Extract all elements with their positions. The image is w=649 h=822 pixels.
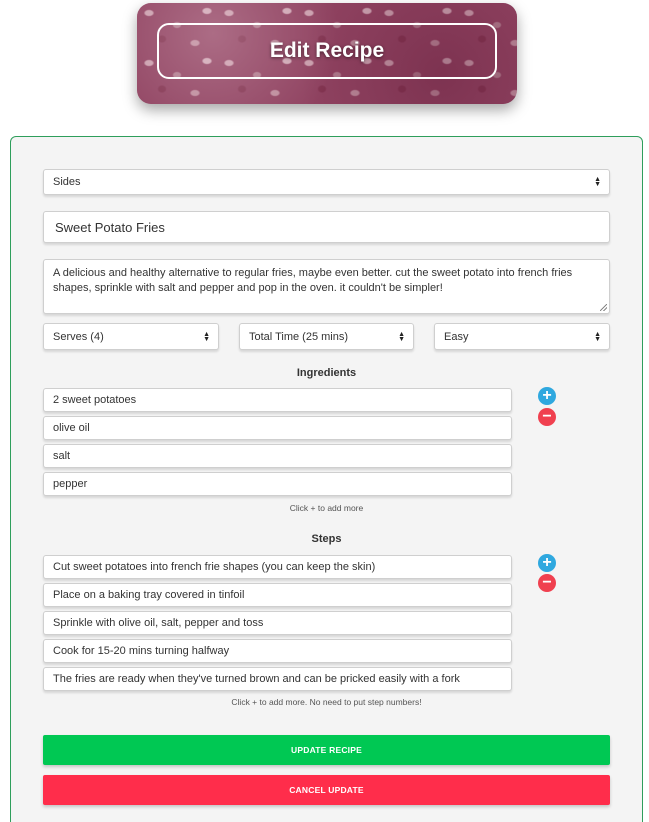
ingredients-hint: Click + to add more	[289, 503, 364, 513]
difficulty-select[interactable]: Easy ▲ ▼	[434, 323, 610, 350]
total-time-select[interactable]: Total Time (25 mins) ▲ ▼	[239, 323, 414, 350]
cancel-update-button[interactable]: CANCEL UPDATE	[43, 775, 610, 805]
update-recipe-button[interactable]: UPDATE RECIPE	[43, 735, 610, 765]
cancel-update-label: CANCEL UPDATE	[289, 785, 364, 795]
remove-ingredient-button[interactable]: −	[538, 408, 556, 426]
select-arrows-icon: ▲ ▼	[594, 176, 601, 188]
update-recipe-label: UPDATE RECIPE	[291, 745, 362, 755]
remove-step-button[interactable]: −	[538, 574, 556, 592]
select-arrows-icon: ▲ ▼	[594, 330, 601, 343]
total-time-value: Total Time (25 mins)	[249, 330, 349, 343]
step-input[interactable]: Cut sweet potatoes into french frie shap…	[43, 555, 512, 579]
ingredients-title: Ingredients	[296, 367, 357, 379]
ingredient-input[interactable]: olive oil	[43, 416, 512, 440]
ingredient-value: olive oil	[53, 422, 90, 434]
step-input[interactable]: The fries are ready when they've turned …	[43, 667, 512, 691]
recipe-name-input[interactable]: Sweet Potato Fries	[43, 211, 610, 243]
ingredient-value: pepper	[53, 478, 88, 490]
resize-handle-icon[interactable]	[600, 304, 607, 311]
category-select[interactable]: Sides ▲ ▼	[43, 169, 610, 195]
step-value: Place on a baking tray covered in tinfoi…	[53, 589, 245, 601]
step-input[interactable]: Place on a baking tray covered in tinfoi…	[43, 583, 512, 607]
step-value: Sprinkle with olive oil, salt, pepper an…	[53, 617, 264, 629]
edit-recipe-form: Sides ▲ ▼ Sweet Potato Fries A delicious …	[10, 136, 643, 822]
ingredient-input[interactable]: 2 sweet potatoes	[43, 388, 512, 412]
step-value: Cut sweet potatoes into french frie shap…	[53, 561, 376, 573]
ingredient-input[interactable]: salt	[43, 444, 512, 468]
minus-icon: −	[542, 574, 552, 591]
page-title: Edit Recipe	[269, 39, 385, 62]
recipe-name-value: Sweet Potato Fries	[55, 219, 165, 235]
add-ingredient-button[interactable]: +	[538, 387, 556, 405]
ingredient-value: 2 sweet potatoes	[53, 394, 137, 406]
description-textarea[interactable]: A delicious and healthy alternative to r…	[43, 259, 610, 314]
serves-value: Serves (4)	[53, 330, 104, 343]
plus-icon: +	[542, 387, 552, 404]
step-value: Cook for 15-20 mins turning halfway	[53, 645, 230, 657]
add-step-button[interactable]: +	[538, 554, 556, 572]
ingredient-input[interactable]: pepper	[43, 472, 512, 496]
minus-icon: −	[542, 408, 552, 425]
banner-title-box: Edit Recipe	[157, 23, 497, 79]
plus-icon: +	[542, 554, 552, 571]
ingredient-value: salt	[53, 450, 71, 462]
steps-title: Steps	[311, 533, 342, 545]
step-value: The fries are ready when they've turned …	[53, 673, 460, 685]
header-banner: Edit Recipe	[137, 3, 517, 104]
difficulty-value: Easy	[444, 330, 469, 343]
step-input[interactable]: Cook for 15-20 mins turning halfway	[43, 639, 512, 663]
category-value: Sides	[53, 176, 81, 188]
select-arrows-icon: ▲ ▼	[398, 330, 405, 343]
serves-select[interactable]: Serves (4) ▲ ▼	[43, 323, 219, 350]
step-input[interactable]: Sprinkle with olive oil, salt, pepper an…	[43, 611, 512, 635]
select-arrows-icon: ▲ ▼	[203, 330, 210, 343]
description-value: A delicious and healthy alternative to r…	[53, 267, 573, 294]
steps-hint: Click + to add more. No need to put step…	[231, 697, 422, 707]
